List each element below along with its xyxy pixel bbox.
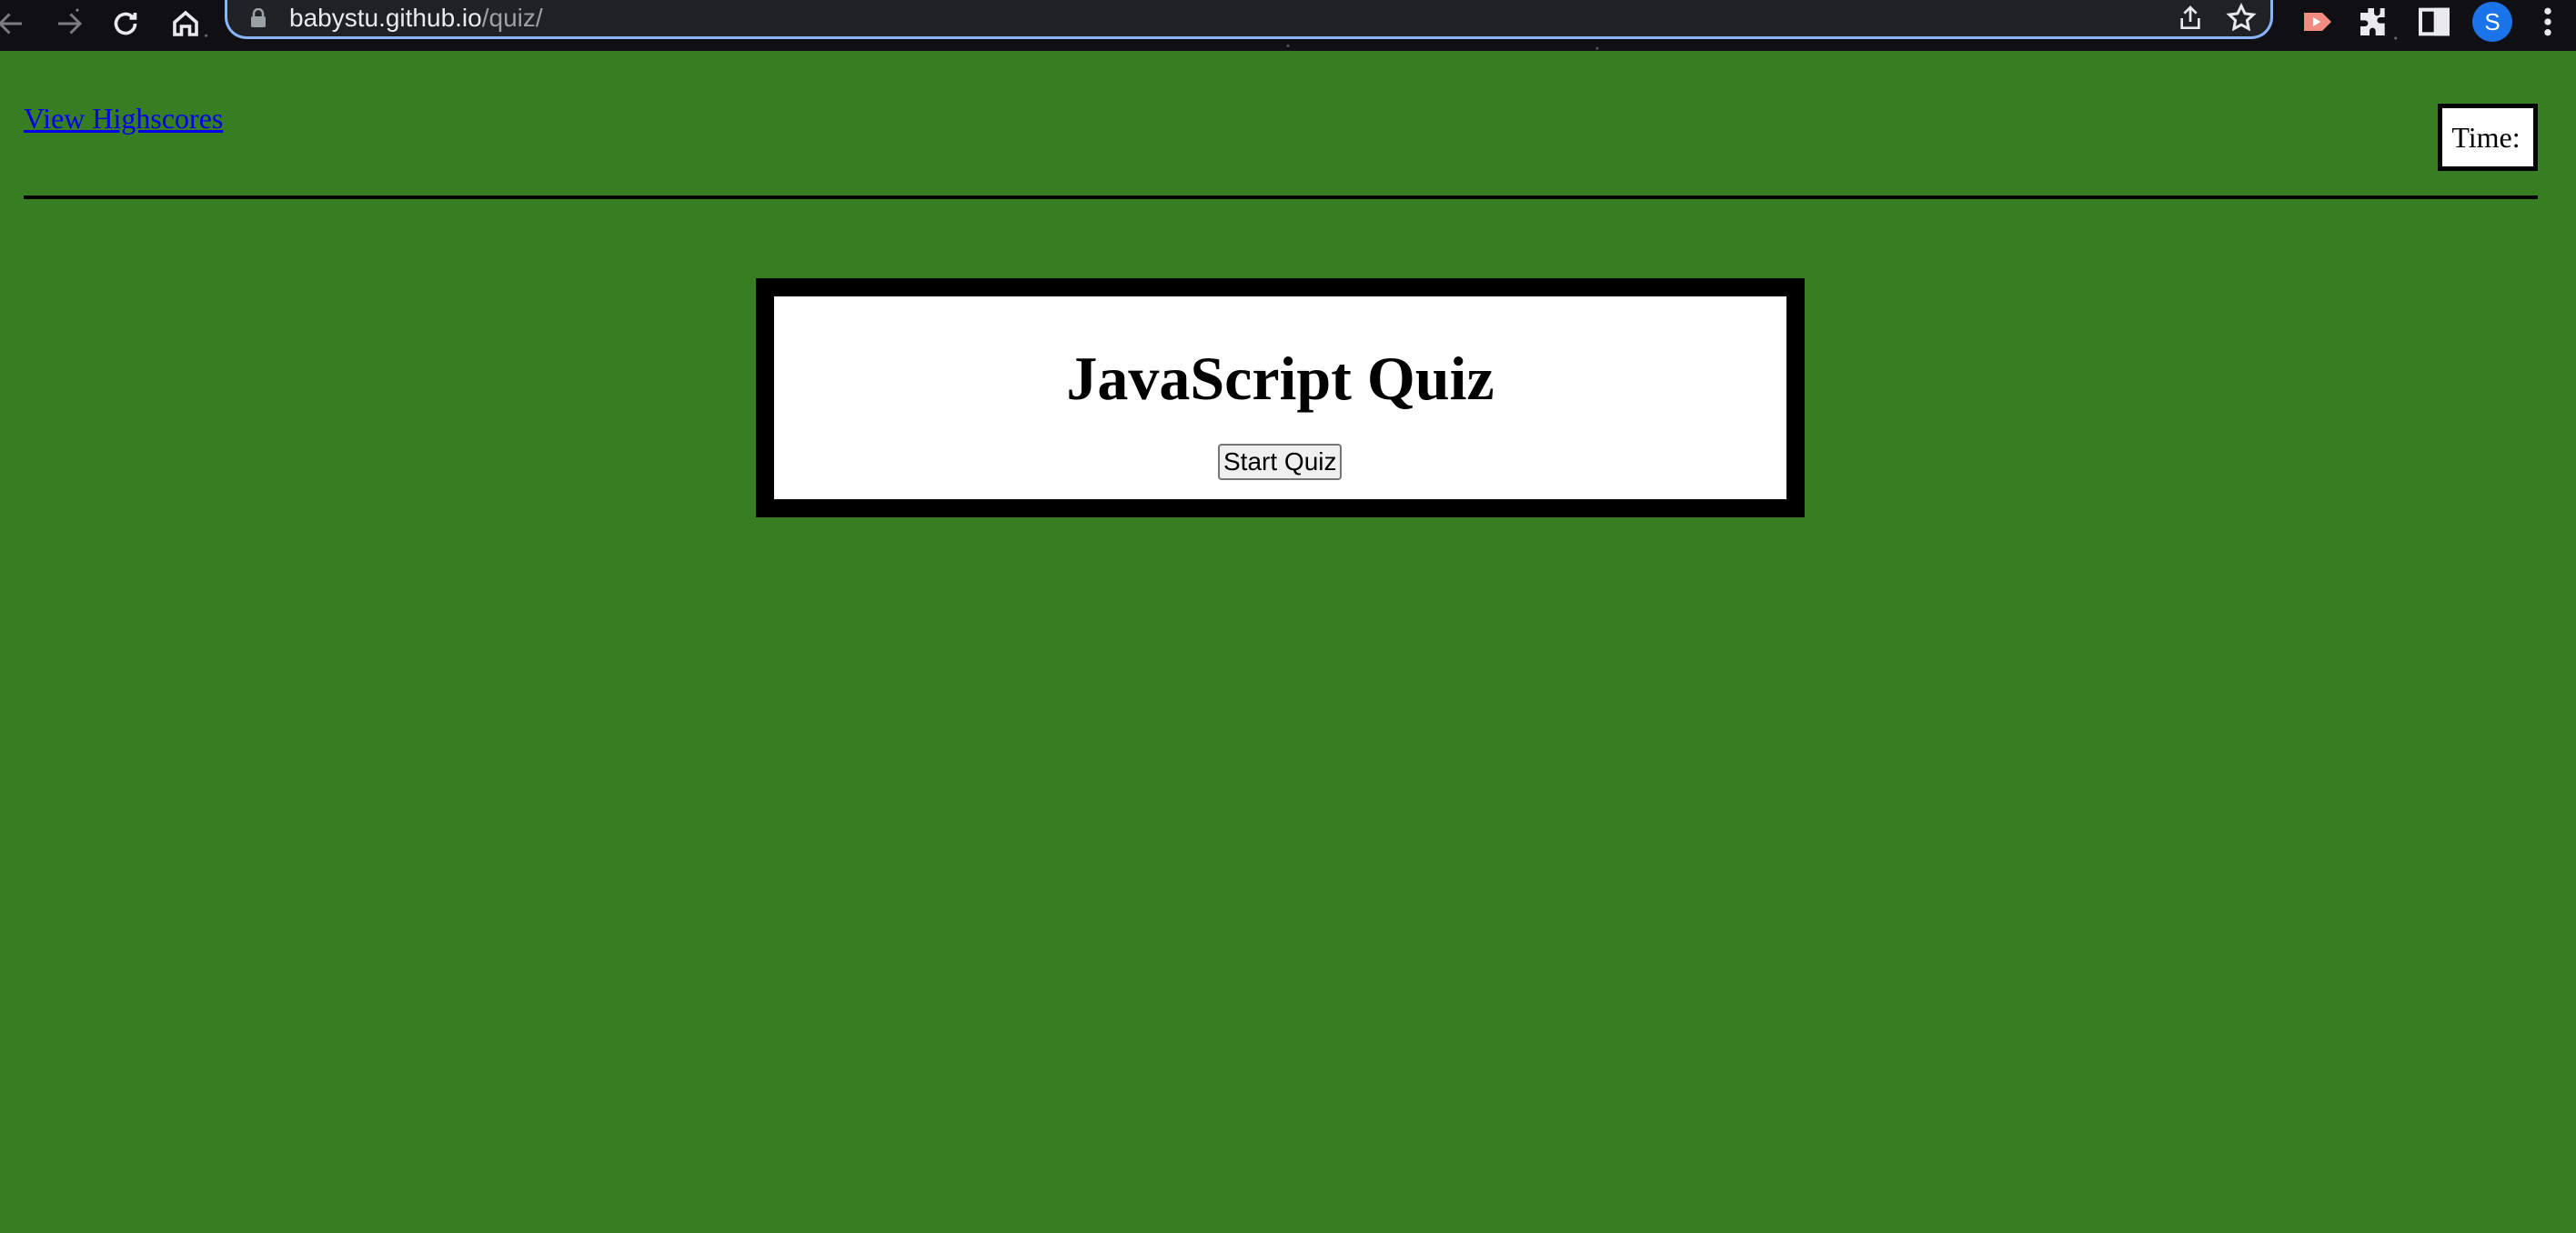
browser-toolbar: babystu.github.io/quiz/ S <box>0 0 2576 51</box>
header-divider <box>24 195 2538 199</box>
home-icon[interactable] <box>167 5 204 42</box>
menu-icon[interactable] <box>2534 4 2561 40</box>
reload-icon[interactable] <box>107 5 144 42</box>
url-text[interactable]: babystu.github.io/quiz/ <box>289 0 543 36</box>
share-icon[interactable] <box>2176 4 2205 33</box>
start-quiz-button[interactable]: Start Quiz <box>1218 444 1343 480</box>
avatar[interactable]: S <box>2472 2 2512 42</box>
forward-icon[interactable] <box>51 5 87 42</box>
back-icon[interactable] <box>0 5 29 42</box>
view-highscores-link[interactable]: View Highscores <box>24 102 223 135</box>
extension-icon[interactable] <box>2299 4 2336 40</box>
address-bar[interactable]: babystu.github.io/quiz/ <box>225 0 2273 39</box>
quiz-title: JavaScript Quiz <box>1066 344 1494 413</box>
timer: Time: <box>2438 104 2538 171</box>
timer-label: Time: <box>2451 121 2521 154</box>
url-host: babystu.github.io <box>289 4 482 32</box>
side-panel-icon[interactable] <box>2416 4 2452 40</box>
url-path: /quiz/ <box>481 4 543 32</box>
quiz-card: JavaScript Quiz Start Quiz <box>756 278 1805 517</box>
puzzle-icon[interactable] <box>2356 4 2392 40</box>
star-icon[interactable] <box>2225 2 2258 35</box>
lock-icon[interactable] <box>249 8 267 28</box>
